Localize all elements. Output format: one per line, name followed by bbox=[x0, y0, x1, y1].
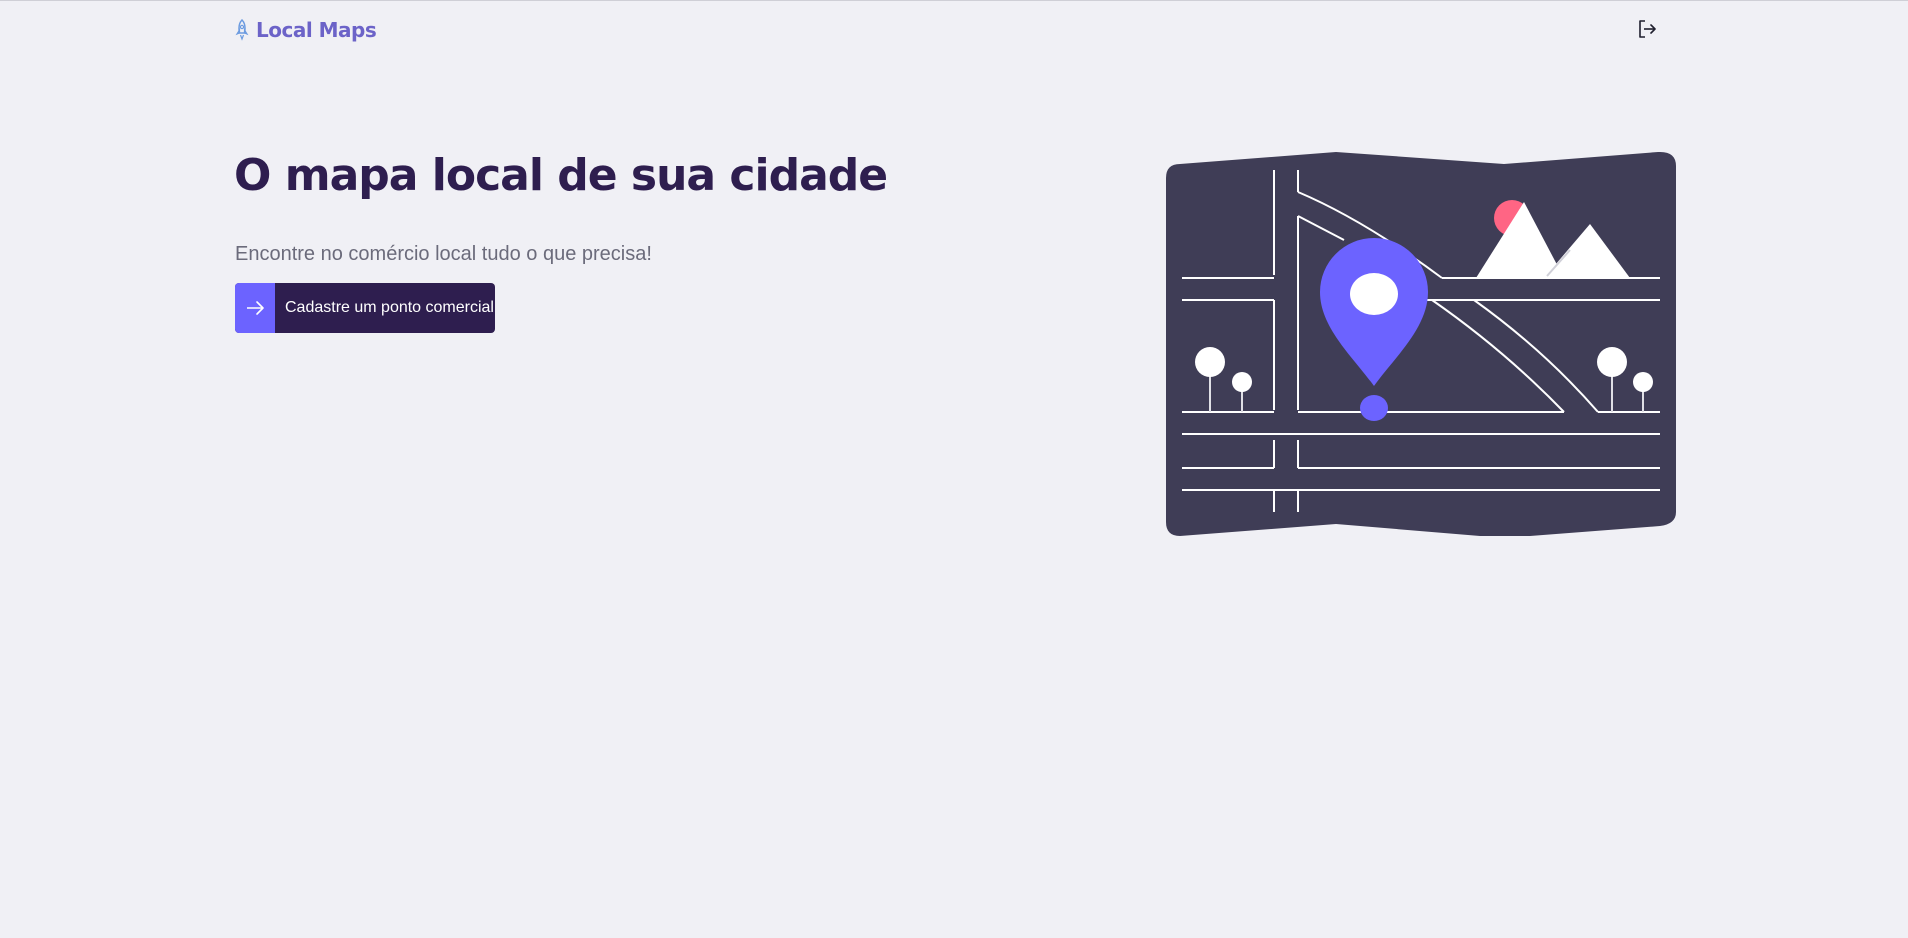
map-pin-dot bbox=[1360, 395, 1388, 421]
app-name: Local Maps bbox=[256, 18, 377, 42]
logout-icon bbox=[1639, 20, 1656, 38]
logout-button[interactable] bbox=[1636, 18, 1658, 40]
cta-label: Cadastre um ponto comercial bbox=[285, 299, 494, 316]
top-border bbox=[0, 0, 1908, 1]
city-map-illustration bbox=[1166, 151, 1676, 536]
cta-icon-box bbox=[235, 283, 275, 333]
page-subtitle: Encontre no comércio local tudo o que pr… bbox=[235, 243, 652, 265]
rocket-icon bbox=[235, 19, 249, 41]
map-base bbox=[1166, 151, 1676, 536]
map-pin-hole bbox=[1350, 273, 1398, 315]
register-business-button[interactable]: Cadastre um ponto comercial bbox=[235, 283, 495, 333]
arrow-right-icon bbox=[247, 301, 264, 315]
header: Local Maps bbox=[234, 14, 1660, 48]
logo[interactable]: Local Maps bbox=[234, 18, 377, 42]
page-title: O mapa local de sua cidade bbox=[234, 150, 888, 201]
